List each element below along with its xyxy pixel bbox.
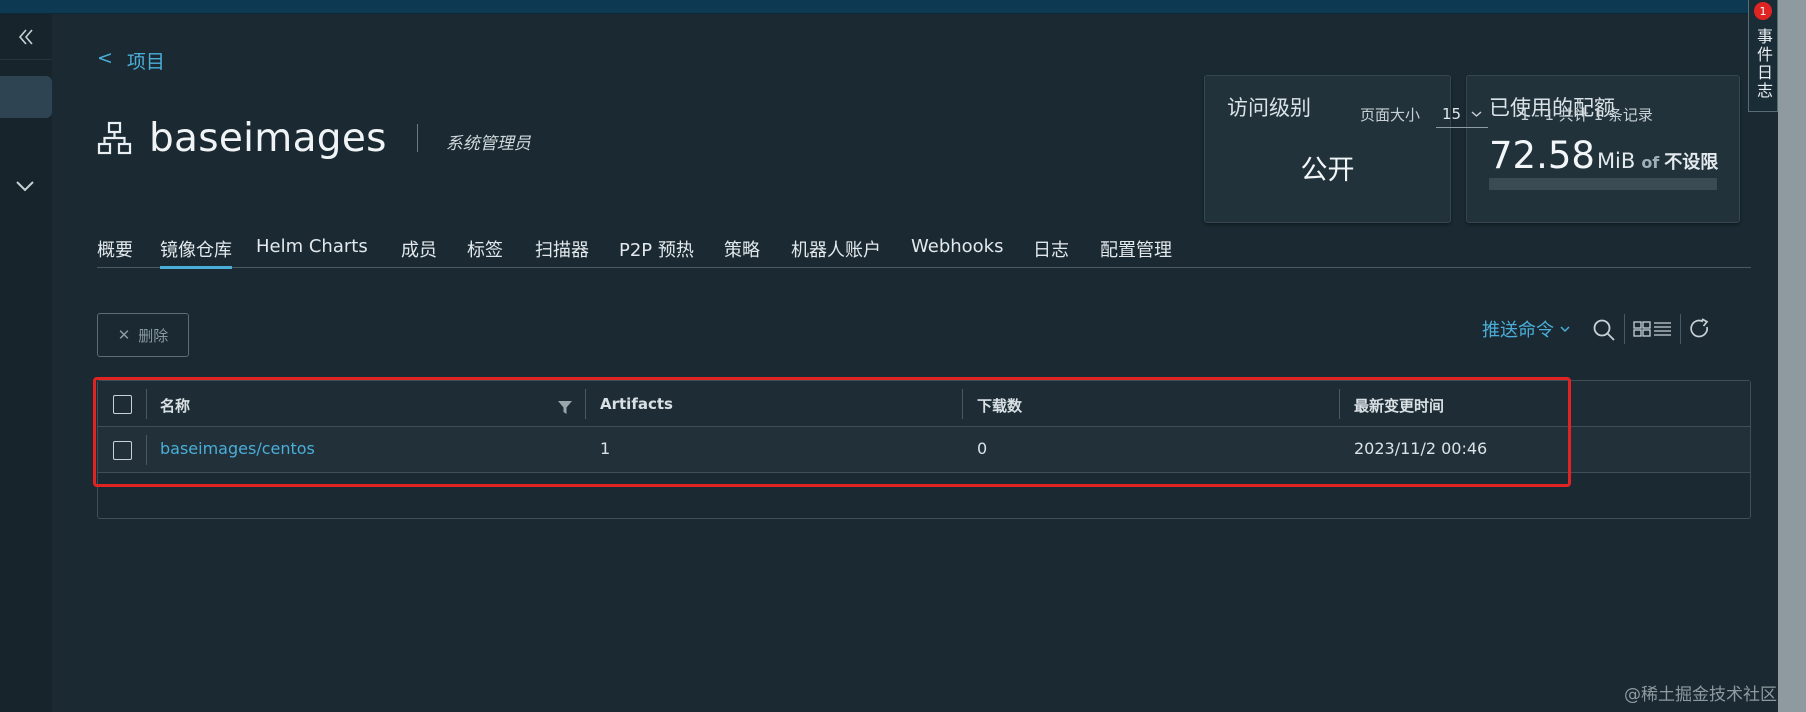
chevron-down-icon xyxy=(1471,110,1482,117)
page-size-label: 页面大小 xyxy=(1360,106,1421,124)
access-level-card: 访问级别 公开 xyxy=(1204,75,1451,223)
quota-unit: MiB xyxy=(1596,149,1636,173)
tab-policy[interactable]: 策略 xyxy=(724,236,760,268)
access-level-value: 公开 xyxy=(1300,155,1355,186)
tab-logs[interactable]: 日志 xyxy=(1033,236,1069,268)
chevron-down-icon xyxy=(16,181,34,192)
tab-repositories[interactable]: 镜像仓库 xyxy=(160,236,232,269)
tab-p2p-preheat[interactable]: P2P 预热 xyxy=(619,236,694,268)
tab-configuration[interactable]: 配置管理 xyxy=(1100,236,1172,268)
top-header-bar xyxy=(0,0,1806,14)
grid-view-icon[interactable] xyxy=(1633,321,1673,337)
event-log-label: 事件日志 xyxy=(1754,28,1773,100)
column-header-artifacts[interactable]: Artifacts xyxy=(600,395,673,413)
tab-robot-accounts[interactable]: 机器人账户 xyxy=(791,236,881,268)
push-command-label: 推送命令 xyxy=(1482,320,1554,341)
title-divider xyxy=(416,124,418,152)
watermark: @稀土掘金技术社区 xyxy=(1624,685,1777,705)
side-navigation xyxy=(0,14,52,712)
tab-scanner[interactable]: 扫描器 xyxy=(535,236,589,268)
access-level-title: 访问级别 xyxy=(1227,96,1311,120)
row-checkbox[interactable] xyxy=(113,441,132,460)
quota-of: of xyxy=(1641,153,1660,172)
project-role: 系统管理员 xyxy=(445,133,531,154)
tab-members[interactable]: 成员 xyxy=(401,236,437,268)
quota-limit: 不设限 xyxy=(1664,152,1719,173)
table-row[interactable]: baseimages/centos 1 0 2023/11/2 00:46 xyxy=(98,427,1750,473)
event-count-badge: 1 xyxy=(1754,2,1772,20)
column-divider xyxy=(146,389,147,419)
chevron-down-icon xyxy=(1560,326,1570,333)
column-header-pulls[interactable]: 下载数 xyxy=(977,395,1022,416)
pull-count: 0 xyxy=(977,439,988,458)
quota-progress-bar xyxy=(1489,178,1717,190)
delete-button-label: 删除 xyxy=(138,326,169,345)
table-header: 名称 Artifacts 下载数 最新变更时间 xyxy=(98,381,1750,427)
tab-summary[interactable]: 概要 xyxy=(97,236,133,268)
column-divider xyxy=(585,389,586,419)
tab-webhooks[interactable]: Webhooks xyxy=(911,236,1003,268)
event-log-tab[interactable]: 1 事件日志 xyxy=(1748,0,1778,112)
project-name: baseimages xyxy=(149,115,387,161)
delete-button[interactable]: ✕ 删除 xyxy=(97,313,189,357)
page-size-value: 15 xyxy=(1442,104,1462,123)
double-chevron-left-icon xyxy=(18,28,33,45)
table-footer xyxy=(98,473,1750,519)
update-time: 2023/11/2 00:46 xyxy=(1354,439,1488,458)
back-link-label: 项目 xyxy=(126,51,165,73)
repositories-table: 名称 Artifacts 下载数 最新变更时间 baseimages/cento… xyxy=(97,380,1751,519)
collapse-sidebar-button[interactable] xyxy=(0,14,52,60)
page-size-select[interactable]: 15 xyxy=(1436,100,1488,128)
quota-usage: 72.58 MiB of 不设限 xyxy=(1489,134,1718,177)
tab-helm-charts[interactable]: Helm Charts xyxy=(256,236,368,268)
push-command-dropdown[interactable]: 推送命令 xyxy=(1482,316,1570,342)
quota-value: 72.58 xyxy=(1489,134,1595,177)
project-icon xyxy=(97,121,132,155)
project-title-row: baseimages 系统管理员 xyxy=(97,112,531,164)
sidebar-expand-button[interactable] xyxy=(14,178,36,197)
column-header-updated[interactable]: 最新变更时间 xyxy=(1354,395,1444,416)
toolbar-divider xyxy=(1680,314,1681,344)
artifacts-count: 1 xyxy=(600,439,611,458)
repository-name-link[interactable]: baseimages/centos xyxy=(160,439,315,458)
sidebar-item-active[interactable] xyxy=(0,76,52,118)
right-edge-strip xyxy=(1778,0,1806,712)
column-divider xyxy=(146,435,147,465)
column-header-name[interactable]: 名称 xyxy=(160,395,190,416)
search-icon[interactable] xyxy=(1592,318,1616,342)
select-all-checkbox[interactable] xyxy=(113,395,132,414)
column-divider xyxy=(962,389,963,419)
refresh-icon[interactable] xyxy=(1689,318,1711,340)
column-divider xyxy=(1339,389,1340,419)
back-to-projects-link[interactable]: < 项目 xyxy=(97,47,165,74)
tab-labels[interactable]: 标签 xyxy=(467,236,503,268)
pagination-summary: 1 - 1 共计 1 条记录 xyxy=(1520,106,1653,124)
chevron-left-icon: < xyxy=(97,47,113,69)
toolbar-divider xyxy=(1624,314,1625,344)
close-icon: ✕ xyxy=(117,326,131,344)
project-tabs: 概要 镜像仓库 Helm Charts 成员 标签 扫描器 P2P 预热 策略 … xyxy=(97,230,1751,269)
filter-icon[interactable] xyxy=(558,401,572,414)
quota-card: 已使用的配额 72.58 MiB of 不设限 xyxy=(1466,75,1740,223)
